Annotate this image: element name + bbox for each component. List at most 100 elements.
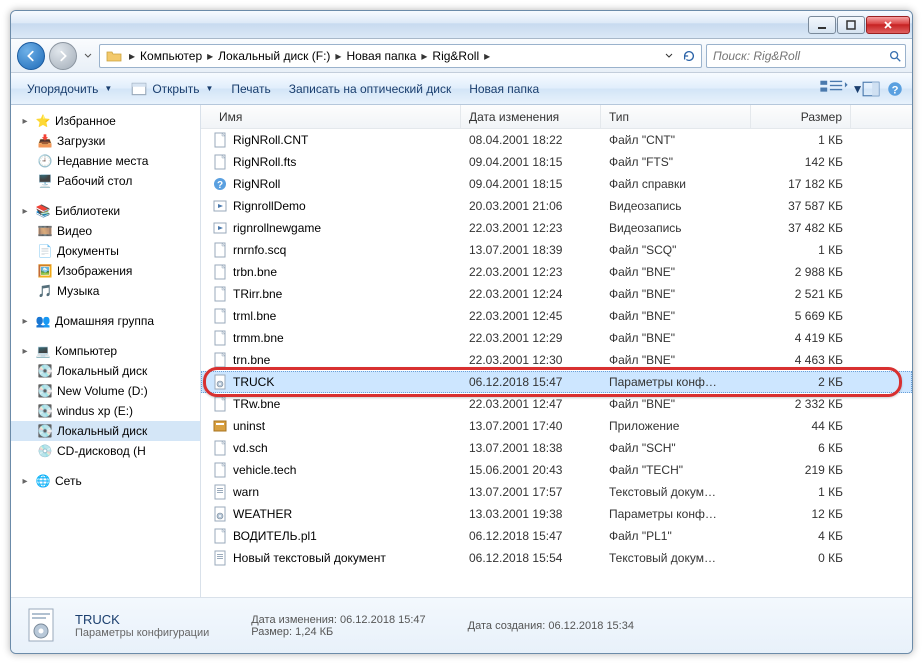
file-date: 22.03.2001 12:30 <box>461 353 601 367</box>
sidebar-item-recent[interactable]: 🕘Недавние места <box>11 151 200 171</box>
sidebar-item-desktop[interactable]: 🖥️Рабочий стол <box>11 171 200 191</box>
address-dropdown-button[interactable] <box>659 46 679 66</box>
navigation-pane[interactable]: ▸⭐Избранное 📥Загрузки 🕘Недавние места 🖥️… <box>11 105 201 597</box>
view-button[interactable]: ▼ <box>826 80 856 98</box>
address-bar[interactable]: ▸ Компьютер ▸ Локальный диск (F:) ▸ Нова… <box>99 44 702 68</box>
file-size: 37 587 КБ <box>751 199 851 213</box>
file-row[interactable]: WEATHER13.03.2001 19:38Параметры конф…12… <box>201 503 912 525</box>
details-modified-value: 06.12.2018 15:47 <box>340 614 426 626</box>
sidebar-item-newvolume-d[interactable]: 💽New Volume (D:) <box>11 381 200 401</box>
file-row[interactable]: trn.bne22.03.2001 12:30Файл "BNE"4 463 К… <box>201 349 912 371</box>
breadcrumb-sep[interactable]: ▸ <box>418 49 430 63</box>
file-date: 08.04.2001 18:22 <box>461 133 601 147</box>
sidebar-item-documents[interactable]: 📄Документы <box>11 241 200 261</box>
sidebar-item-windusxp-e[interactable]: 💽windus xp (E:) <box>11 401 200 421</box>
file-type: Файл "BNE" <box>601 287 751 301</box>
search-icon[interactable] <box>885 46 905 66</box>
file-row[interactable]: ?RigNRoll09.04.2001 18:15Файл справки17 … <box>201 173 912 195</box>
close-button[interactable] <box>866 16 910 34</box>
file-row[interactable]: ВОДИТЕЛЬ.pl106.12.2018 15:47Файл "PL1"4 … <box>201 525 912 547</box>
file-row[interactable]: vd.sch13.07.2001 18:38Файл "SCH"6 КБ <box>201 437 912 459</box>
file-row[interactable]: TRUCK06.12.2018 15:47Параметры конф…2 КБ <box>201 371 912 393</box>
file-name: rnrnfo.scq <box>233 243 461 257</box>
file-row[interactable]: RignrollDemo20.03.2001 21:06Видеозапись3… <box>201 195 912 217</box>
burn-button[interactable]: Записать на оптический диск <box>281 78 460 100</box>
file-name: RigNRoll.fts <box>233 155 461 169</box>
sidebar-item-libraries[interactable]: ▸📚Библиотеки <box>11 201 200 221</box>
breadcrumb-sep[interactable]: ▸ <box>126 49 138 63</box>
sidebar-item-pictures[interactable]: 🖼️Изображения <box>11 261 200 281</box>
file-row[interactable]: RigNRoll.CNT08.04.2001 18:22Файл "CNT"1 … <box>201 129 912 151</box>
file-row[interactable]: uninst13.07.2001 17:40Приложение44 КБ <box>201 415 912 437</box>
breadcrumb[interactable]: Локальный диск (F:) <box>216 49 332 63</box>
column-size[interactable]: Размер <box>751 105 851 128</box>
file-size: 2 521 КБ <box>751 287 851 301</box>
sidebar-item-localdisk-c[interactable]: 💽Локальный диск <box>11 361 200 381</box>
file-name: RigNRoll.CNT <box>233 133 461 147</box>
sidebar-item-computer[interactable]: ▸💻Компьютер <box>11 341 200 361</box>
print-label: Печать <box>231 82 270 96</box>
column-name[interactable]: Имя <box>211 105 461 128</box>
new-folder-button[interactable]: Новая папка <box>461 78 547 100</box>
preview-pane-button[interactable] <box>862 80 880 98</box>
sidebar-item-downloads[interactable]: 📥Загрузки <box>11 131 200 151</box>
file-row[interactable]: Новый текстовый документ06.12.2018 15:54… <box>201 547 912 569</box>
maximize-button[interactable] <box>837 16 865 34</box>
file-name: trn.bne <box>233 353 461 367</box>
file-name: TRw.bne <box>233 397 461 411</box>
file-type: Видеозапись <box>601 199 751 213</box>
file-name: vd.sch <box>233 441 461 455</box>
file-type-icon <box>211 440 229 456</box>
nav-forward-button[interactable] <box>49 42 77 70</box>
search-input[interactable] <box>707 49 885 63</box>
sidebar-item-localdisk-f[interactable]: 💽Локальный диск <box>11 421 200 441</box>
nav-history-dropdown[interactable] <box>81 53 95 59</box>
sidebar-item-homegroup[interactable]: ▸👥Домашняя группа <box>11 311 200 331</box>
file-row[interactable]: vehicle.tech15.06.2001 20:43Файл "TECH"2… <box>201 459 912 481</box>
file-row[interactable]: trml.bne22.03.2001 12:45Файл "BNE"5 669 … <box>201 305 912 327</box>
file-size: 12 КБ <box>751 507 851 521</box>
refresh-button[interactable] <box>679 46 699 66</box>
minimize-button[interactable] <box>808 16 836 34</box>
file-row[interactable]: TRw.bne22.03.2001 12:47Файл "BNE"2 332 К… <box>201 393 912 415</box>
file-row[interactable]: TRirr.bne22.03.2001 12:24Файл "BNE"2 521… <box>201 283 912 305</box>
file-row[interactable]: trbn.bne22.03.2001 12:23Файл "BNE"2 988 … <box>201 261 912 283</box>
sidebar-item-favorites[interactable]: ▸⭐Избранное <box>11 111 200 131</box>
file-type: Файл "PL1" <box>601 529 751 543</box>
file-name: TRirr.bne <box>233 287 461 301</box>
file-list[interactable]: RigNRoll.CNT08.04.2001 18:22Файл "CNT"1 … <box>201 129 912 597</box>
file-date: 09.04.2001 18:15 <box>461 177 601 191</box>
sidebar-item-videos[interactable]: 🎞️Видео <box>11 221 200 241</box>
computer-icon: 💻 <box>35 343 51 359</box>
file-row[interactable]: warn13.07.2001 17:57Текстовый докум…1 КБ <box>201 481 912 503</box>
file-row[interactable]: rignrollnewgame22.03.2001 12:23Видеозапи… <box>201 217 912 239</box>
sidebar-item-network[interactable]: ▸🌐Сеть <box>11 471 200 491</box>
breadcrumb[interactable]: Новая папка <box>344 49 418 63</box>
file-row[interactable]: trmm.bne22.03.2001 12:29Файл "BNE"4 419 … <box>201 327 912 349</box>
search-box[interactable] <box>706 44 906 68</box>
titlebar[interactable] <box>11 11 912 39</box>
sidebar-item-cd-drive[interactable]: 💿CD-дисковод (H <box>11 441 200 461</box>
breadcrumb[interactable]: Компьютер <box>138 49 204 63</box>
file-row[interactable]: rnrnfo.scq13.07.2001 18:39Файл "SCQ"1 КБ <box>201 239 912 261</box>
file-size: 219 КБ <box>751 463 851 477</box>
nav-back-button[interactable] <box>17 42 45 70</box>
breadcrumb-sep[interactable]: ▸ <box>204 49 216 63</box>
breadcrumb-sep[interactable]: ▸ <box>481 49 493 63</box>
column-date[interactable]: Дата изменения <box>461 105 601 128</box>
open-button[interactable]: Открыть▼ <box>122 76 221 102</box>
file-type: Файл "BNE" <box>601 331 751 345</box>
file-type: Файл "SCH" <box>601 441 751 455</box>
file-type-icon <box>211 220 229 236</box>
file-type: Текстовый докум… <box>601 485 751 499</box>
breadcrumb-sep[interactable]: ▸ <box>332 49 344 63</box>
file-row[interactable]: RigNRoll.fts09.04.2001 18:15Файл "FTS"14… <box>201 151 912 173</box>
sidebar-item-music[interactable]: 🎵Музыка <box>11 281 200 301</box>
drive-icon: 💽 <box>37 423 53 439</box>
file-date: 22.03.2001 12:23 <box>461 265 601 279</box>
organize-button[interactable]: Упорядочить▼ <box>19 78 120 100</box>
breadcrumb[interactable]: Rig&Roll <box>430 49 481 63</box>
print-button[interactable]: Печать <box>223 78 278 100</box>
help-button[interactable]: ? <box>886 80 904 98</box>
column-type[interactable]: Тип <box>601 105 751 128</box>
